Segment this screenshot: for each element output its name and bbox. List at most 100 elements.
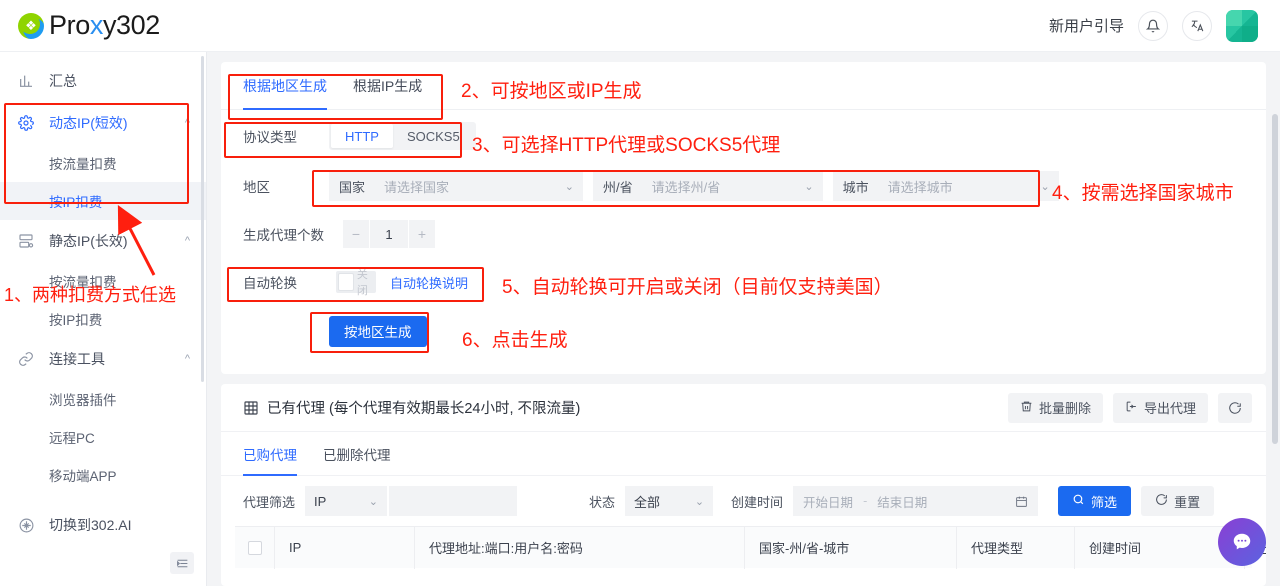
city-label: 城市: [832, 171, 879, 201]
status-filter-label: 状态: [589, 494, 616, 510]
proxy-filter-input[interactable]: [389, 486, 518, 516]
annotation-6: 6、点击生成: [462, 330, 568, 351]
batch-delete-button[interactable]: 批量删除: [1007, 392, 1103, 423]
sidebar-subitem-ip-billing[interactable]: 按IP扣费: [0, 182, 206, 220]
refresh-icon[interactable]: [1218, 392, 1252, 423]
sidebar-item-dynamic-ip[interactable]: 动态IP(短效) ^: [0, 102, 206, 144]
tab-label: 根据IP生成: [353, 77, 423, 94]
proxy-filter-row: 代理筛选 IP ⌄ 状态 全部 ⌄ 创建时间 开始日期 - 结束日期 筛选 重置: [221, 476, 1266, 526]
chevron-down-icon: ⌄: [804, 180, 814, 193]
proxy-generator-card: 根据地区生成 根据IP生成 协议类型 HTTP SOCKS5 地区 国家 请选择…: [221, 62, 1266, 374]
filter-button[interactable]: 筛选: [1058, 486, 1132, 516]
city-select-value: 请选择城市: [887, 179, 953, 195]
table-header-ip[interactable]: IP: [275, 526, 415, 569]
tab-generate-by-ip[interactable]: 根据IP生成: [353, 62, 422, 110]
chevron-up-icon[interactable]: ^: [185, 235, 190, 247]
state-select-value: 请选择州/省: [651, 179, 721, 195]
collapse-sidebar-icon[interactable]: [170, 552, 194, 574]
table-header-proxy-type[interactable]: 代理类型: [957, 526, 1075, 569]
toggle-state-label: 关闭: [356, 269, 368, 297]
subtab-deleted-proxies[interactable]: 已删除代理: [323, 432, 391, 476]
reset-button[interactable]: 重置: [1141, 486, 1215, 516]
proxy-list-header-actions: 批量删除 导出代理: [1007, 392, 1252, 423]
export-proxy-label: 导出代理: [1143, 401, 1196, 416]
chevron-up-icon[interactable]: ^: [185, 117, 190, 129]
sidebar-subitem-remote-pc[interactable]: 远程PC: [0, 418, 206, 456]
table-header-proxy-address[interactable]: 代理地址:端口:用户名:密码: [415, 526, 745, 569]
country-select[interactable]: 请选择国家 ⌄: [375, 171, 584, 201]
chart-bar-icon: [18, 73, 38, 89]
translate-icon[interactable]: [1182, 10, 1212, 41]
sidebar-subitem-label: 按流量扣费: [49, 157, 117, 172]
trash-icon: [1020, 400, 1033, 416]
sidebar: 汇总 动态IP(短效) ^ 按流量扣费 按IP扣费 静态IP(长效) ^ 按流量…: [0, 52, 207, 586]
sidebar-subitem-label: 移动端APP: [49, 469, 117, 484]
state-label: 州/省: [593, 171, 643, 201]
proxy-list-subtabs: 已购代理 已删除代理: [221, 432, 1266, 476]
brand-pre: Pro: [49, 10, 90, 40]
brand-logo[interactable]: ❖ Proxy302: [18, 12, 160, 39]
city-select[interactable]: 请选择城市 ⌄: [878, 171, 1059, 201]
gear-icon: [18, 115, 38, 131]
brand-title: Proxy302: [49, 12, 160, 39]
status-filter-select[interactable]: 全部 ⌄: [625, 486, 714, 516]
state-select[interactable]: 请选择州/省 ⌄: [642, 171, 823, 201]
main-scrollbar[interactable]: [1272, 114, 1278, 444]
chevron-down-icon: ⌄: [694, 495, 705, 508]
country-field: 国家 请选择国家 ⌄: [329, 171, 584, 201]
bell-icon[interactable]: [1138, 10, 1168, 41]
table-header-location[interactable]: 国家-州/省-城市: [745, 526, 957, 569]
subtab-purchased-proxies[interactable]: 已购代理: [243, 432, 297, 476]
sidebar-subitem-label: 远程PC: [49, 431, 95, 446]
stepper-value[interactable]: 1: [370, 220, 408, 248]
stepper-increment-button[interactable]: +: [409, 220, 435, 248]
date-end-input[interactable]: 结束日期: [877, 492, 927, 511]
chat-bubble-icon[interactable]: [1218, 518, 1266, 566]
generate-by-region-button[interactable]: 按地区生成: [329, 315, 427, 347]
generator-tabs: 根据地区生成 根据IP生成: [221, 62, 1266, 110]
sidebar-item-switch-302ai[interactable]: 切换到302.AI: [0, 504, 206, 546]
annotation-4: 4、按需选择国家城市: [1052, 183, 1234, 204]
top-bar-actions: 新用户引导: [1049, 9, 1258, 42]
auto-rotation-label: 自动轮换: [243, 276, 297, 291]
table-header-label: 创建时间: [1089, 541, 1142, 556]
stepper-decrement-button[interactable]: −: [343, 220, 369, 248]
sidebar-item-static-ip[interactable]: 静态IP(长效) ^: [0, 220, 206, 262]
reset-button-label: 重置: [1174, 494, 1201, 510]
refresh-icon: [1155, 493, 1168, 509]
generate-button-row: 按地区生成: [221, 306, 1266, 356]
chevron-up-icon[interactable]: ^: [185, 353, 190, 365]
sidebar-item-connection-tools[interactable]: 连接工具 ^: [0, 338, 206, 380]
sidebar-subitem-browser-extension[interactable]: 浏览器插件: [0, 380, 206, 418]
proxy-count-row: 生成代理个数 − 1 +: [221, 210, 1266, 258]
protocol-option-http[interactable]: HTTP: [331, 124, 393, 148]
status-filter-value: 全部: [634, 494, 661, 510]
sidebar-subitem-mobile-app[interactable]: 移动端APP: [0, 456, 206, 494]
sidebar-subitem-label: 按IP扣费: [49, 313, 103, 328]
protocol-option-socks5[interactable]: SOCKS5: [393, 124, 474, 148]
annotation-3: 3、可选择HTTP代理或SOCKS5代理: [472, 135, 781, 156]
proxy-filter-type-value: IP: [314, 493, 327, 509]
date-start-input[interactable]: 开始日期: [803, 492, 853, 511]
date-range-picker[interactable]: 开始日期 - 结束日期: [793, 486, 1039, 516]
proxy-filter-type-select[interactable]: IP ⌄: [305, 486, 388, 516]
table-header-label: 代理类型: [971, 541, 1024, 556]
table-grid-icon: [243, 400, 259, 416]
auto-rotation-help-link[interactable]: 自动轮换说明: [390, 273, 468, 292]
proxy-list-header: 已有代理 (每个代理有效期最长24小时, 不限流量) 批量删除 导出代理: [221, 384, 1266, 432]
export-proxy-button[interactable]: 导出代理: [1112, 392, 1208, 423]
sidebar-subitem-traffic-billing[interactable]: 按流量扣费: [0, 144, 206, 182]
new-user-guide-link[interactable]: 新用户引导: [1049, 15, 1124, 36]
server-icon: [18, 233, 38, 249]
tab-generate-by-region[interactable]: 根据地区生成: [243, 62, 327, 110]
state-field: 州/省 请选择州/省 ⌄: [593, 171, 823, 201]
avatar[interactable]: [1226, 9, 1258, 42]
select-all-checkbox[interactable]: [247, 540, 262, 555]
calendar-icon: [1015, 495, 1028, 508]
sidebar-item-label: 连接工具: [49, 351, 105, 367]
protocol-type-label: 协议类型: [243, 130, 297, 145]
sidebar-item-summary[interactable]: 汇总: [0, 60, 206, 102]
region-label: 地区: [243, 180, 270, 195]
protocol-option-label: SOCKS5: [406, 128, 460, 144]
auto-rotation-toggle[interactable]: 关闭: [336, 269, 376, 297]
